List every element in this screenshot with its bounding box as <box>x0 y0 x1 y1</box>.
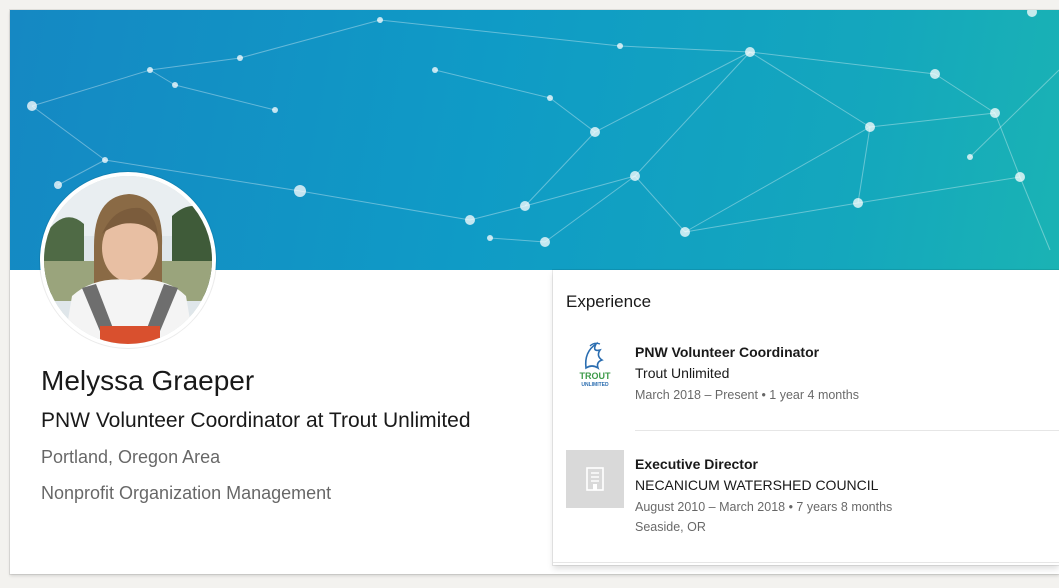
company-logo-placeholder[interactable] <box>566 450 624 508</box>
building-icon <box>586 467 604 491</box>
experience-dates: August 2010 – March 2018 • 7 years 8 mon… <box>635 500 893 514</box>
trout-unlimited-logo[interactable]: TROUT UNLIMITED <box>566 338 624 396</box>
experience-company[interactable]: Trout Unlimited <box>635 362 1055 384</box>
avatar-photo <box>44 176 212 344</box>
experience-details: Executive Director NECANICUM WATERSHED C… <box>635 454 1055 536</box>
experience-dates: March 2018 – Present • 1 year 4 months <box>635 388 859 402</box>
trout-logo-icon: TROUT UNLIMITED <box>566 338 624 396</box>
experience-bottom-divider <box>553 562 1059 563</box>
profile-identity: Melyssa Graeper PNW Volunteer Coordinato… <box>41 362 561 514</box>
experience-divider <box>635 430 1059 431</box>
experience-role[interactable]: Executive Director <box>635 454 1055 474</box>
experience-details: PNW Volunteer Coordinator Trout Unlimite… <box>635 342 1055 406</box>
trout-logo-bottom-text: UNLIMITED <box>581 382 609 388</box>
profile-avatar[interactable] <box>40 172 216 348</box>
profile-location: Portland, Oregon Area <box>41 447 221 467</box>
experience-location: Seaside, OR <box>635 520 706 534</box>
experience-panel: Experience TROUT UNLIMITED PNW Volunteer… <box>553 270 1059 565</box>
experience-heading: Experience <box>566 292 652 311</box>
experience-role[interactable]: PNW Volunteer Coordinator <box>635 342 1055 362</box>
profile-headline: PNW Volunteer Coordinator at Trout Unlim… <box>41 409 471 432</box>
experience-company[interactable]: NECANICUM WATERSHED COUNCIL <box>635 474 1055 496</box>
trout-logo-top-text: TROUT <box>580 371 611 381</box>
profile-name: Melyssa Graeper <box>41 365 255 396</box>
profile-industry: Nonprofit Organization Management <box>41 483 332 503</box>
